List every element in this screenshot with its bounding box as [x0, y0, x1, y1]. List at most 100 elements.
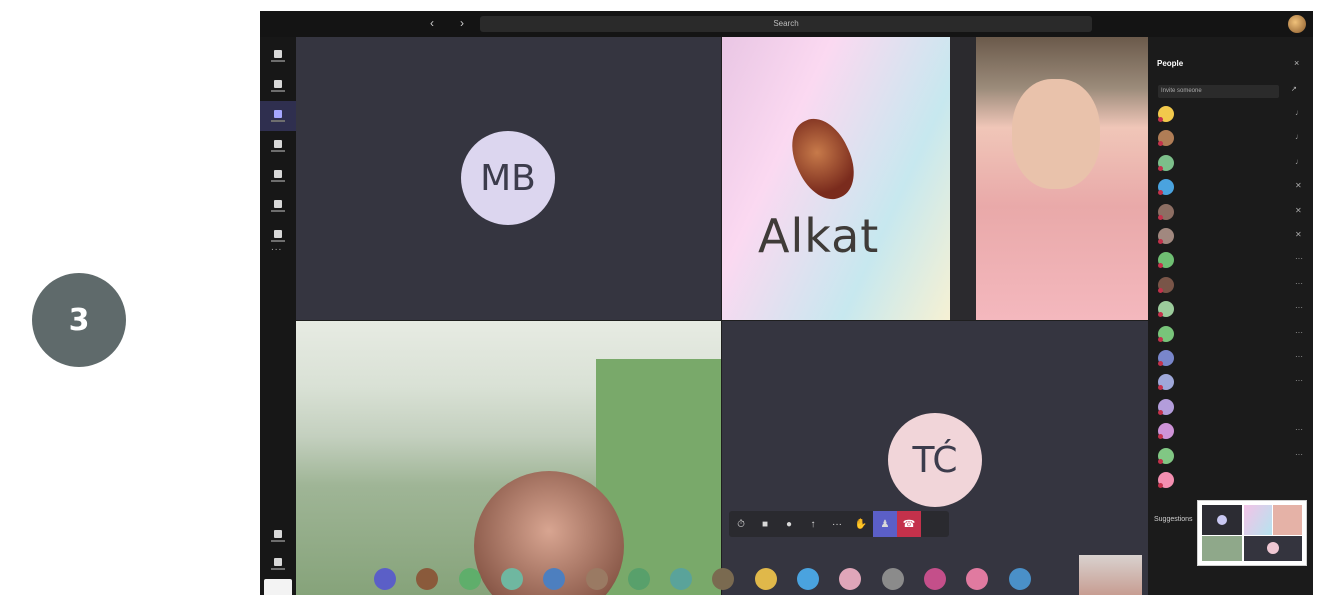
more-icon[interactable]: ··· [825, 511, 849, 537]
rail-item-activity[interactable] [260, 41, 296, 71]
status-dot [1158, 239, 1163, 244]
status-dot [1158, 214, 1163, 220]
more-apps-icon[interactable]: ... [271, 242, 282, 253]
more-icon[interactable]: ··· [1295, 328, 1303, 337]
list-item[interactable]: ♩ [1158, 127, 1308, 149]
list-item[interactable]: ✕ [1158, 201, 1308, 223]
status-dot [1158, 336, 1163, 342]
participant-tile[interactable]: MB [296, 37, 721, 320]
avatar[interactable] [754, 568, 777, 590]
meeting-preview-thumbnail[interactable] [1197, 500, 1307, 566]
status-dot [1158, 361, 1163, 366]
participant-gallery [296, 555, 1148, 595]
mic-icon[interactable]: ♩ [1295, 157, 1303, 166]
avatar[interactable] [712, 568, 735, 590]
more-icon[interactable]: ··· [1295, 254, 1303, 263]
participant-tile[interactable] [296, 321, 721, 595]
rail-item-apps[interactable] [260, 521, 296, 551]
raise-hand-icon[interactable]: ✋ [849, 511, 873, 537]
panel-title: People [1157, 59, 1184, 68]
people-icon[interactable]: ♟ [873, 511, 897, 537]
list-item[interactable]: ··· [1158, 323, 1308, 345]
list-item[interactable]: ♩ [1158, 103, 1308, 125]
avatar[interactable] [1008, 568, 1031, 590]
list-item[interactable]: ··· [1158, 249, 1308, 271]
list-item[interactable] [1158, 469, 1308, 491]
list-item[interactable]: ··· [1158, 445, 1308, 467]
avatar[interactable] [839, 568, 862, 590]
mic-icon[interactable]: ♩ [1295, 132, 1303, 141]
status-dot [1158, 287, 1163, 293]
apps-icon [274, 530, 282, 538]
search-input[interactable]: Search [480, 16, 1092, 32]
list-item[interactable]: ··· [1158, 371, 1308, 393]
camera-icon[interactable]: ■ [753, 511, 777, 537]
rail-item-calendar[interactable] [260, 161, 296, 191]
preview-tile [1244, 536, 1302, 561]
list-item[interactable]: ✕ [1158, 225, 1308, 247]
more-icon[interactable]: ··· [1295, 279, 1303, 288]
share-link-icon[interactable]: ↗ [1291, 85, 1297, 93]
user-avatar[interactable] [1288, 15, 1306, 33]
list-item[interactable]: ··· [1158, 420, 1308, 442]
close-icon[interactable]: × [1294, 58, 1299, 68]
rail-item-assignments[interactable] [260, 131, 296, 161]
mic-off-icon[interactable]: ✕ [1295, 181, 1302, 190]
avatar[interactable] [966, 568, 989, 590]
status-dot [1158, 141, 1163, 147]
more-icon[interactable]: ··· [1295, 303, 1303, 312]
teams-icon [274, 110, 282, 118]
teams-meeting-window: ‹ › Search ... MB Alkat TĆ ⏱ ■ ● ↑ ··· ✋… [260, 11, 1313, 595]
list-item[interactable]: ✕ [1158, 176, 1308, 198]
list-item[interactable]: ··· [1158, 347, 1308, 369]
hangup-icon[interactable]: ☎ [897, 511, 921, 537]
mic-off-icon[interactable]: ✕ [1295, 230, 1302, 239]
more-icon[interactable]: ··· [1295, 450, 1303, 459]
share-icon[interactable]: ↑ [801, 511, 825, 537]
status-dot [1158, 409, 1163, 415]
avatar[interactable] [458, 568, 481, 590]
participant-tile[interactable]: TĆ [722, 321, 1148, 595]
preview-tile [1273, 505, 1302, 535]
status-dot [1158, 458, 1163, 464]
preview-tile [1244, 505, 1272, 535]
avatar[interactable] [881, 568, 904, 590]
chevron-right-icon[interactable]: › [460, 16, 464, 30]
rail-item-chat[interactable] [260, 71, 296, 101]
list-item[interactable]: ··· [1158, 274, 1308, 296]
avatar[interactable] [670, 568, 693, 590]
rail-item-help[interactable] [260, 549, 296, 579]
more-icon[interactable]: ··· [1295, 425, 1303, 434]
more-icon[interactable]: ··· [1295, 352, 1303, 361]
avatar[interactable] [374, 568, 396, 590]
calendar-icon [274, 170, 282, 178]
list-item[interactable]: ··· [1158, 298, 1308, 320]
mic-icon[interactable]: ♩ [1295, 108, 1303, 117]
avatar[interactable] [416, 568, 439, 590]
app-rail: ... [260, 37, 296, 595]
list-item[interactable]: ♩ [1158, 152, 1308, 174]
download-app-button[interactable] [264, 579, 292, 595]
avatar[interactable] [923, 568, 946, 590]
self-view-thumbnail[interactable] [1079, 555, 1142, 595]
avatar[interactable] [543, 568, 566, 590]
list-item[interactable] [1158, 396, 1308, 418]
avatar[interactable] [627, 568, 650, 590]
title-bar: ‹ › Search [260, 11, 1313, 37]
rail-item-calls[interactable] [260, 191, 296, 221]
avatar[interactable] [797, 568, 819, 590]
mic-icon[interactable]: ● [777, 511, 801, 537]
participant-tile[interactable]: Alkat [722, 37, 1148, 320]
chevron-left-icon[interactable]: ‹ [430, 16, 434, 30]
rail-item-teams[interactable] [260, 101, 296, 131]
avatar[interactable] [500, 568, 523, 590]
status-dot [1158, 165, 1163, 171]
video-stage: MB Alkat TĆ ⏱ ■ ● ↑ ··· ✋ ♟ ☎ [296, 37, 1148, 595]
phone-icon [274, 200, 282, 208]
invite-input[interactable]: Invite someone [1158, 85, 1279, 98]
brand-logo-icon [780, 109, 866, 209]
call-controls: ⏱ ■ ● ↑ ··· ✋ ♟ ☎ [729, 511, 949, 537]
avatar[interactable] [585, 568, 608, 590]
mic-off-icon[interactable]: ✕ [1295, 206, 1302, 215]
more-icon[interactable]: ··· [1295, 376, 1303, 385]
